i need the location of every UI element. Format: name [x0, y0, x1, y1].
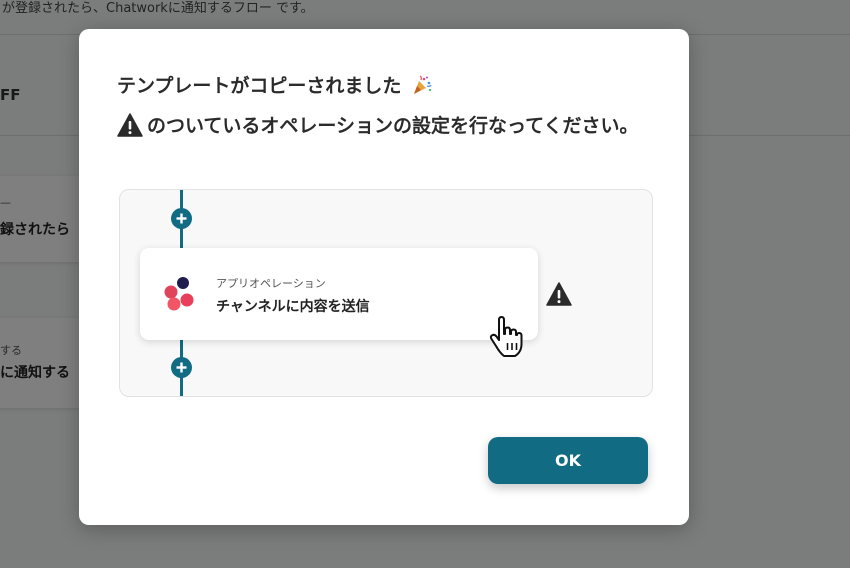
add-step-top-button[interactable]: [171, 208, 192, 229]
modal-title: テンプレートがコピーされました: [117, 71, 432, 98]
pointer-hand-icon: [489, 316, 523, 357]
warning-icon: [546, 282, 572, 306]
warning-icon: [117, 112, 143, 137]
modal-title-text: テンプレートがコピーされました: [117, 75, 402, 97]
operation-type-label: アプリオペレーション: [216, 277, 326, 290]
plus-icon: [176, 362, 187, 373]
flow-preview: アプリオペレーション チャンネルに内容を送信: [119, 189, 653, 397]
app-logo-icon: [164, 277, 194, 311]
ok-button[interactable]: OK: [488, 437, 648, 484]
modal-instruction: のついているオペレーションの設定を行なってください。: [117, 111, 639, 138]
add-step-bottom-button[interactable]: [171, 357, 192, 378]
template-copied-modal: テンプレートがコピーされました のついているオペレーションの設定を行なってくださ…: [79, 29, 689, 525]
plus-icon: [176, 213, 187, 224]
operation-card[interactable]: アプリオペレーション チャンネルに内容を送信: [140, 248, 538, 340]
instruction-text: のついているオペレーションの設定を行なってください。: [147, 115, 639, 137]
party-popper-icon: [414, 75, 432, 94]
operation-name: チャンネルに内容を送信: [216, 299, 370, 315]
